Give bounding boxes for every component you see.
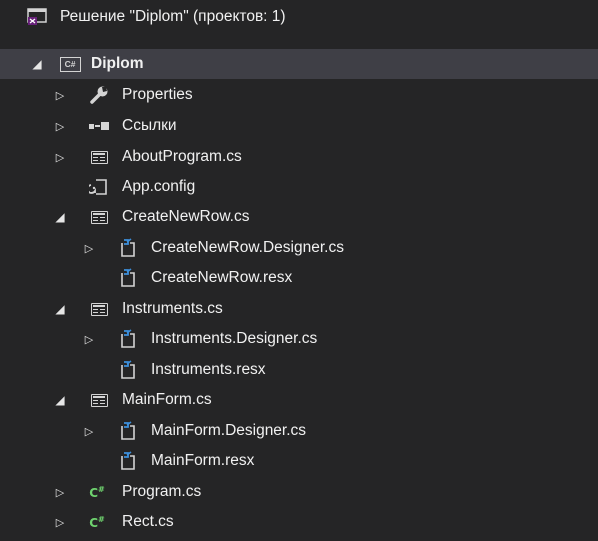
tree-item-label: Instruments.resx (151, 361, 266, 378)
designer-file-icon (117, 420, 139, 442)
expand-arrow-open-icon[interactable]: ◢ (30, 57, 44, 71)
tree-item-label: Ссылки (122, 117, 177, 134)
tree-row-references[interactable]: ▷ Ссылки (0, 111, 598, 141)
tree-row-about-program[interactable]: ▷ AboutProgram.cs (0, 142, 598, 172)
tree-item-label: AboutProgram.cs (122, 148, 242, 165)
expand-arrow-closed-icon[interactable]: ▷ (82, 241, 96, 255)
tree-row-main-form[interactable]: ◢ MainForm.cs (0, 385, 598, 415)
designer-file-icon (117, 450, 139, 472)
vs-solution-icon (26, 6, 48, 28)
tree-item-label: Rect.cs (122, 513, 174, 530)
tree-row-project-diplom[interactable]: ◢ C# Diplom (0, 49, 598, 79)
designer-file-icon (117, 267, 139, 289)
tree-row-instruments-designer[interactable]: ▷ Instruments.Designer.cs (0, 324, 598, 354)
tree-item-label: CreateNewRow.cs (122, 208, 250, 225)
csharp-file-icon: C# (89, 484, 105, 500)
tree-row-main-form-resx[interactable]: MainForm.resx (0, 446, 598, 476)
expand-arrow-closed-icon[interactable]: ▷ (53, 515, 67, 529)
tree-item-label: MainForm.resx (151, 452, 255, 469)
expand-arrow-closed-icon[interactable]: ▷ (53, 485, 67, 499)
tree-row-create-new-row[interactable]: ◢ CreateNewRow.cs (0, 202, 598, 232)
tree-row-main-form-designer[interactable]: ▷ MainForm.Designer.cs (0, 416, 598, 446)
references-icon (88, 115, 110, 137)
project-name: Diplom (91, 55, 144, 72)
config-file-icon (88, 176, 110, 198)
tree-item-label: Properties (122, 86, 193, 103)
windows-form-icon (88, 146, 110, 168)
expand-arrow-closed-icon[interactable]: ▷ (82, 332, 96, 346)
tree-row-solution[interactable]: Решение "Diplom" (проектов: 1) (0, 2, 598, 32)
tree-item-label: MainForm.Designer.cs (151, 422, 307, 439)
windows-form-icon (88, 389, 110, 411)
windows-form-icon (88, 298, 110, 320)
solution-explorer-tree: Решение "Diplom" (проектов: 1) ◢ C# Dipl… (0, 0, 598, 541)
tree-item-label: App.config (122, 178, 196, 195)
expand-arrow-closed-icon[interactable]: ▷ (53, 150, 67, 164)
solution-title: Решение "Diplom" (проектов: 1) (60, 8, 286, 25)
expand-arrow-open-icon[interactable]: ◢ (53, 210, 67, 224)
designer-file-icon (117, 328, 139, 350)
windows-form-icon (88, 206, 110, 228)
tree-row-app-config[interactable]: App.config (0, 172, 598, 202)
wrench-icon (88, 84, 110, 106)
csharp-project-icon: C# (59, 53, 81, 75)
tree-item-label: CreateNewRow.resx (151, 269, 293, 286)
tree-row-create-new-row-resx[interactable]: CreateNewRow.resx (0, 263, 598, 293)
tree-item-label: Instruments.Designer.cs (151, 330, 318, 347)
tree-row-instruments[interactable]: ◢ Instruments.cs (0, 294, 598, 324)
expand-arrow-closed-icon[interactable]: ▷ (53, 88, 67, 102)
designer-file-icon (117, 359, 139, 381)
designer-file-icon (117, 237, 139, 259)
tree-row-rect[interactable]: ▷ C# Rect.cs (0, 507, 598, 537)
expand-arrow-closed-icon[interactable]: ▷ (82, 424, 96, 438)
tree-row-create-new-row-designer[interactable]: ▷ CreateNewRow.Designer.cs (0, 233, 598, 263)
csharp-file-icon: C# (89, 514, 105, 530)
expand-arrow-open-icon[interactable]: ◢ (53, 393, 67, 407)
tree-item-label: CreateNewRow.Designer.cs (151, 239, 344, 256)
tree-row-instruments-resx[interactable]: Instruments.resx (0, 355, 598, 385)
tree-row-program[interactable]: ▷ C# Program.cs (0, 477, 598, 507)
expand-arrow-open-icon[interactable]: ◢ (53, 302, 67, 316)
tree-row-properties[interactable]: ▷ Properties (0, 80, 598, 110)
tree-item-label: MainForm.cs (122, 391, 212, 408)
expand-arrow-closed-icon[interactable]: ▷ (53, 119, 67, 133)
tree-item-label: Instruments.cs (122, 300, 223, 317)
tree-item-label: Program.cs (122, 483, 202, 500)
